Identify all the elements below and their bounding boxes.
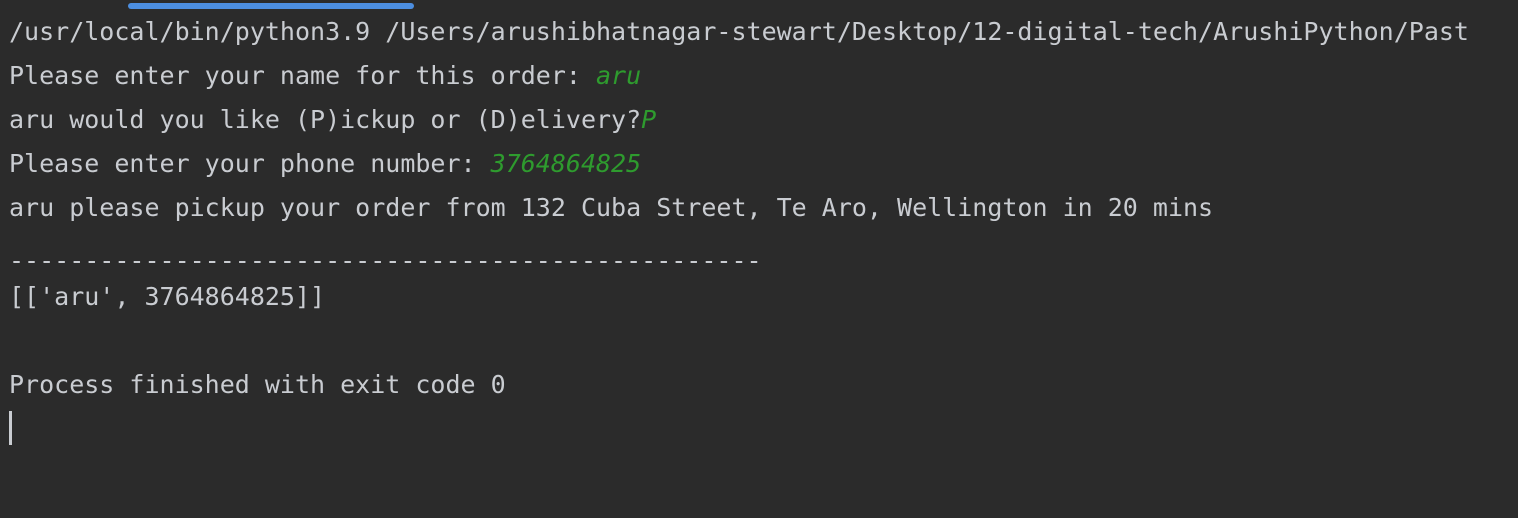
exit-code-message: Process finished with exit code 0 [9, 370, 506, 399]
text-cursor[interactable] [9, 411, 12, 445]
pickup-message-line: aru please pickup your order from 132 Cu… [9, 193, 1214, 222]
horizontal-scrollbar[interactable] [0, 0, 1518, 10]
phone-prompt-text: Please enter your phone number: [9, 149, 491, 178]
phone-prompt-line: Please enter your phone number: 37648648… [9, 149, 641, 179]
method-user-input: P [641, 105, 657, 134]
phone-user-input: 3764864825 [490, 149, 642, 178]
separator-line: ----------------------------------------… [9, 246, 762, 275]
name-user-input: aru [596, 61, 642, 90]
name-prompt-text: Please enter your name for this order: [9, 61, 596, 90]
method-prompt-line: aru would you like (P)ickup or (D)eliver… [9, 105, 656, 135]
scrollbar-thumb[interactable] [128, 3, 414, 9]
run-console-output[interactable]: /usr/local/bin/python3.9 /Users/arushibh… [0, 0, 1518, 518]
order-list-output: [['aru', 3764864825]] [9, 282, 326, 311]
method-prompt-text: aru would you like (P)ickup or (D)eliver… [9, 105, 642, 134]
run-command-line: /usr/local/bin/python3.9 /Users/arushibh… [9, 17, 1469, 46]
name-prompt-line: Please enter your name for this order: a… [9, 61, 641, 91]
